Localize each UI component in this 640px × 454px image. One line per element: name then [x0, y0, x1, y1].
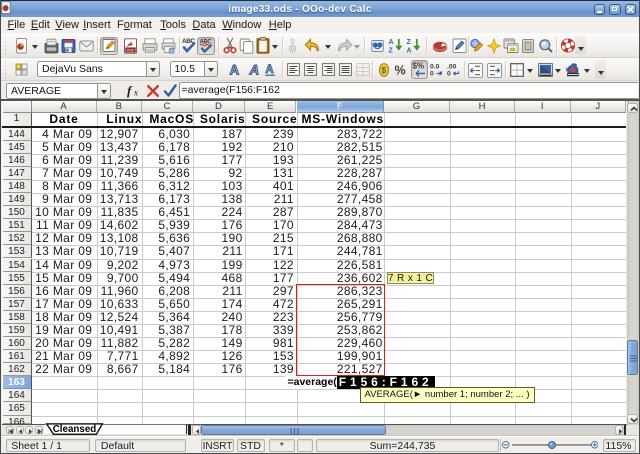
svg-text:f: f: [127, 83, 133, 98]
svg-text:A: A: [407, 47, 412, 54]
svg-text:A: A: [265, 64, 273, 76]
svg-text:A: A: [230, 63, 240, 78]
svg-text:%: %: [395, 64, 406, 78]
svg-text:$: $: [381, 65, 386, 75]
svg-text:0.0: 0.0: [430, 63, 440, 70]
svg-text:Z: Z: [389, 47, 394, 54]
svg-text:0: 0: [447, 71, 451, 78]
svg-text:Z: Z: [407, 39, 412, 46]
svg-text:0: 0: [430, 71, 434, 78]
svg-text:.00: .00: [447, 63, 457, 70]
svg-text:x: x: [133, 88, 138, 98]
svg-text:A: A: [249, 63, 260, 78]
svg-text:A: A: [389, 39, 394, 46]
svg-text:PDF: PDF: [126, 48, 134, 52]
svg-text:$%: $%: [413, 61, 425, 70]
